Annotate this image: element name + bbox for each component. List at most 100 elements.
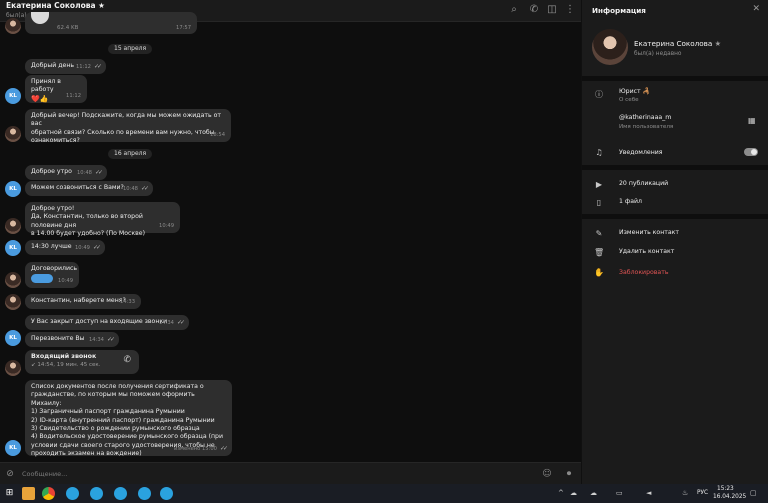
outgoing-message[interactable]: Можем созвониться с Вами? 10:48 ✓✓ — [25, 181, 153, 196]
double-check-icon: ✓✓ — [93, 62, 102, 70]
profile-avatar[interactable] — [592, 29, 628, 65]
attach-icon[interactable]: ⊘ — [4, 468, 16, 480]
divider — [582, 214, 768, 219]
about-value[interactable]: Юрист 🦂 — [619, 87, 650, 95]
outgoing-message[interactable]: Добрый день 11:12 ✓✓ — [25, 59, 106, 74]
profile-status: был(а) недавно — [634, 51, 682, 57]
files-count[interactable]: 1 файл — [619, 198, 642, 205]
reactions: ❤️👍 — [31, 94, 49, 103]
delete-contact-button[interactable]: Удалить контакт — [619, 248, 674, 255]
contact-avatar[interactable] — [5, 360, 21, 376]
language-indicator[interactable]: РУС — [697, 490, 708, 496]
telegram-icon[interactable] — [66, 487, 79, 500]
message-text: Договорились — [31, 265, 78, 272]
telegram-icon-5[interactable] — [160, 487, 173, 500]
chrome-icon[interactable] — [42, 487, 55, 500]
divider — [582, 165, 768, 170]
incoming-message[interactable]: Константин, наберете меня? 14:33 — [25, 294, 141, 309]
message-text: 14:30 лучше — [31, 243, 72, 250]
taskbar: ⊞ ^ ☁ ☁ ▭ ◄ ♨ РУС 15:23 16.04.2025 ▢ — [0, 484, 768, 503]
incoming-message[interactable]: Добрый вечер! Подскажите, когда мы можем… — [25, 109, 231, 144]
my-avatar[interactable]: KL — [5, 440, 21, 456]
message-time: 14:34 — [88, 336, 104, 343]
double-check-icon: ✓✓ — [94, 168, 103, 176]
file-size: 62.4 KB — [57, 25, 79, 31]
explorer-icon[interactable] — [22, 487, 35, 500]
file-icon: ▯ — [596, 198, 602, 207]
my-avatar[interactable]: KL — [5, 88, 21, 104]
message-time: 10:48 — [122, 185, 138, 192]
outgoing-message[interactable]: У Вас закрыт доступ на входящие звонки 1… — [25, 315, 189, 330]
cloud-icon[interactable]: ☁ — [590, 489, 597, 497]
monitor-icon[interactable]: ▭ — [616, 489, 623, 497]
my-avatar[interactable]: KL — [5, 330, 21, 346]
call-title: Входящий звонок — [31, 353, 97, 360]
flame-icon[interactable]: ♨ — [682, 489, 688, 497]
call-detail: 14:54, 19 мин. 45 сек. — [37, 362, 101, 369]
chat-pane: Екатерина Соколова ★ был(а) недавно ⌕ ✆ … — [0, 0, 581, 484]
telegram-icon-2[interactable] — [90, 487, 103, 500]
outgoing-message[interactable]: Доброе утро 10:48 ✓✓ — [25, 165, 107, 180]
microphone-icon[interactable]: ⏺ — [563, 468, 575, 480]
outgoing-message[interactable]: 14:30 лучше 10:49 ✓✓ — [25, 240, 105, 255]
notifications-toggle[interactable] — [744, 148, 758, 156]
double-check-icon: ✓✓ — [176, 318, 185, 326]
reaction-pill[interactable] — [31, 274, 53, 284]
my-avatar[interactable]: KL — [5, 240, 21, 256]
call-message[interactable]: Входящий звонок ↙ 14:54, 19 мин. 45 сек.… — [25, 350, 139, 374]
emoji-icon[interactable]: ☺ — [541, 468, 553, 480]
telegram-icon-4[interactable] — [138, 487, 151, 500]
outgoing-message[interactable]: Перезвоните Вы 14:34 ✓✓ — [25, 332, 119, 347]
outgoing-message[interactable]: Принял в работу ❤️👍 11:12 — [25, 75, 87, 103]
message-input[interactable] — [22, 468, 522, 480]
double-check-icon: ✓✓ — [140, 184, 149, 192]
tray-app-icon[interactable]: ☁ — [570, 489, 577, 497]
contact-avatar[interactable] — [5, 126, 21, 142]
telegram-icon-3[interactable] — [114, 487, 127, 500]
message-time: 11:12 — [66, 92, 81, 99]
chat-title[interactable]: Екатерина Соколова ★ — [6, 1, 105, 10]
edit-contact-button[interactable]: Изменить контакт — [619, 229, 679, 236]
sidebar-toggle-icon[interactable]: ◫ — [546, 4, 558, 16]
contact-avatar[interactable] — [5, 18, 21, 34]
my-avatar[interactable]: KL — [5, 181, 21, 197]
windows-start-icon[interactable]: ⊞ — [3, 487, 16, 500]
message-time: 17:57 — [176, 24, 191, 31]
date-separator: 15 апреля — [108, 44, 153, 54]
outgoing-message[interactable]: Список документов после получения сертиф… — [25, 380, 232, 457]
message-list[interactable]: 62.4 KB 17:57 15 апреля Добрый день 11:1… — [0, 12, 581, 462]
info-circle-icon: ⓘ — [595, 90, 603, 99]
incoming-message[interactable]: Доброе утро! Да, Константин, только во в… — [25, 202, 180, 237]
phone-icon[interactable]: ✆ — [528, 4, 540, 16]
more-icon[interactable]: ⋮ — [564, 4, 576, 16]
message-time: 18:54 — [210, 131, 225, 138]
contact-avatar[interactable] — [5, 294, 21, 310]
search-icon[interactable]: ⌕ — [508, 4, 520, 16]
contact-avatar[interactable] — [5, 218, 21, 234]
media-icon: ▶ — [595, 180, 603, 189]
incoming-message[interactable]: Договорились 10:49 — [25, 262, 79, 288]
posts-count[interactable]: 20 публикаций — [619, 180, 668, 187]
message-time: 14:33 — [120, 298, 135, 305]
close-icon[interactable]: ✕ — [752, 4, 760, 14]
message-reactions[interactable]: ❤️👍 — [31, 95, 48, 103]
volume-icon[interactable]: ◄ — [646, 489, 651, 497]
message-time: 10:49 — [74, 244, 90, 251]
trash-icon: 🗑 — [594, 248, 605, 257]
qr-code-icon[interactable]: ▦ — [748, 116, 756, 125]
clock-time[interactable]: 15:23 — [717, 486, 734, 492]
notifications-center-icon[interactable]: ▢ — [750, 489, 757, 497]
username-value[interactable]: @katherinaaa_m — [619, 114, 671, 121]
file-attachment-bubble[interactable]: 62.4 KB 17:57 — [25, 12, 197, 34]
contact-avatar[interactable] — [5, 272, 21, 288]
message-text: Константин, наберете меня? — [31, 297, 126, 304]
double-check-icon: ✓✓ — [92, 243, 101, 251]
call-back-icon[interactable]: ✆ — [123, 355, 131, 364]
clock-date[interactable]: 16.04.2025 — [713, 494, 746, 500]
double-check-icon: ✓✓ — [219, 444, 228, 452]
date-separator: 16 апреля — [108, 149, 153, 159]
block-button[interactable]: Заблокировать — [619, 269, 668, 276]
message-composer: ⊘ ☺ ⏺ — [0, 462, 581, 484]
chevron-up-icon[interactable]: ^ — [558, 489, 564, 497]
notifications-label: Уведомления — [619, 149, 663, 156]
